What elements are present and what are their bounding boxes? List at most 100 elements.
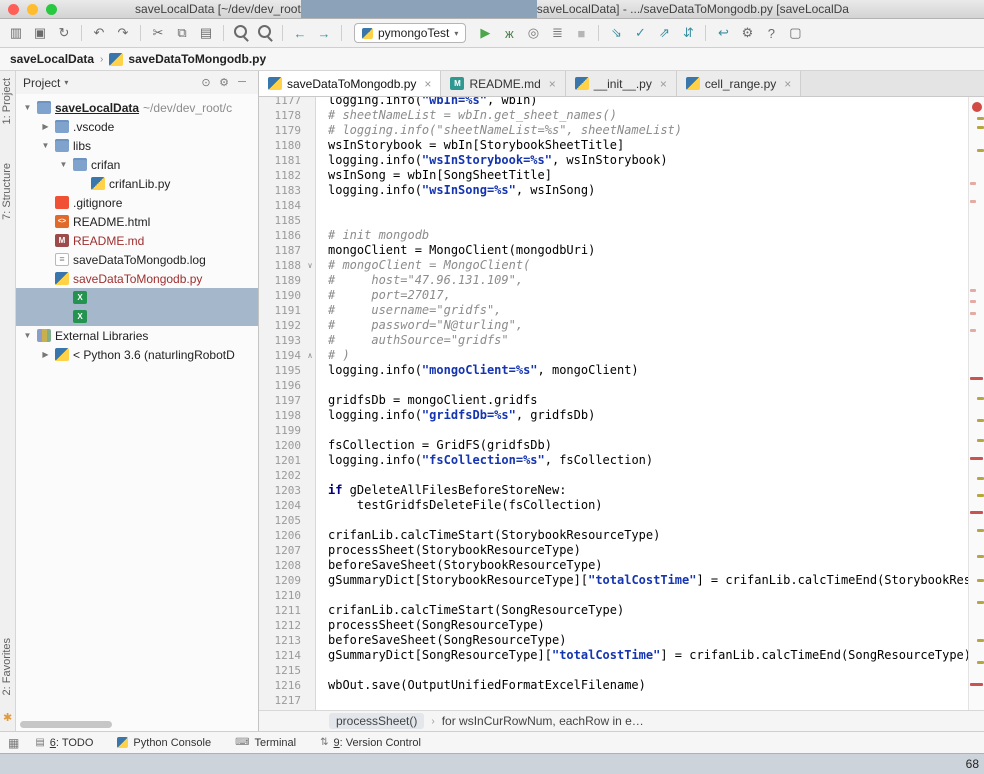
line-gutter[interactable]: 1186 (259, 228, 316, 243)
navigate-back-icon[interactable]: ← (288, 22, 312, 44)
run-coverage-icon[interactable]: ◎ (521, 22, 545, 44)
line-number[interactable]: 1193 (259, 333, 304, 348)
line-gutter[interactable]: 1209 (259, 573, 316, 588)
toolwindow-button-favorites[interactable]: 2: Favorites (1, 638, 13, 695)
save-all-icon[interactable]: ▣ (28, 22, 52, 44)
line-gutter[interactable]: 1190 (259, 288, 316, 303)
tab-close-icon[interactable]: × (549, 77, 556, 91)
line-gutter[interactable]: 1202 (259, 468, 316, 483)
undo-icon[interactable]: ↶ (87, 22, 111, 44)
line-number[interactable]: 1213 (259, 633, 304, 648)
error-stripe-mark[interactable] (970, 182, 976, 185)
code-editor[interactable]: 1177 logging.info("wbIn=%s", wbIn) 1178 # s… (259, 97, 968, 710)
line-number[interactable]: 1184 (259, 198, 304, 213)
error-stripe-mark[interactable] (970, 289, 976, 292)
line-number[interactable]: 1192 (259, 318, 304, 333)
paste-icon[interactable]: ▤ (194, 22, 218, 44)
error-stripe-mark[interactable] (977, 477, 984, 480)
line-number[interactable]: 1182 (259, 168, 304, 183)
error-stripe-mark[interactable] (970, 683, 983, 686)
line-number[interactable]: 1205 (259, 513, 304, 528)
line-number[interactable]: 1191 (259, 303, 304, 318)
help-icon[interactable]: ? (759, 22, 783, 44)
line-number[interactable]: 1177 (259, 97, 304, 108)
breadcrumb-item[interactable]: for wsInCurRowNum, eachRow in e… (442, 714, 644, 728)
error-stripe-mark[interactable] (977, 579, 984, 582)
error-stripe-mark[interactable] (977, 419, 984, 422)
vcs-push-icon[interactable]: ⇗ (652, 22, 676, 44)
error-stripe-mark[interactable] (977, 555, 984, 558)
error-stripe-mark[interactable] (970, 377, 983, 380)
line-number[interactable]: 1215 (259, 663, 304, 678)
tab-close-icon[interactable]: × (784, 77, 791, 91)
toolwindow-button-project[interactable]: 1: Project (1, 78, 13, 124)
line-gutter[interactable]: 1210 (259, 588, 316, 603)
line-gutter[interactable]: 1216 (259, 678, 316, 693)
editor-tab[interactable]: M README.md × (441, 71, 566, 96)
fold-marker-icon[interactable]: ∨ (304, 258, 316, 273)
revert-icon[interactable]: ↩ (711, 22, 735, 44)
expand-arrow-icon[interactable]: ▼ (58, 160, 69, 169)
statusbar-item[interactable]: ⌨ Terminal (235, 737, 296, 749)
expand-arrow-icon[interactable]: ▼ (22, 103, 33, 112)
line-number[interactable]: 1198 (259, 408, 304, 423)
line-gutter[interactable]: 1180 (259, 138, 316, 153)
line-gutter[interactable]: 1182 (259, 168, 316, 183)
line-gutter[interactable]: 1194 ∧ (259, 348, 316, 363)
close-window-button[interactable] (8, 4, 19, 15)
redo-icon[interactable]: ↷ (111, 22, 135, 44)
error-stripe-mark[interactable] (970, 312, 976, 315)
toolwindow-button-structure[interactable]: 7: Structure (1, 163, 13, 220)
line-gutter[interactable]: 1217 (259, 693, 316, 708)
line-gutter[interactable]: 1181 (259, 153, 316, 168)
line-number[interactable]: 1206 (259, 528, 304, 543)
error-stripe-mark[interactable] (970, 329, 976, 332)
line-gutter[interactable]: 1179 (259, 123, 316, 138)
cut-icon[interactable]: ✂ (146, 22, 170, 44)
line-gutter[interactable]: 1205 (259, 513, 316, 528)
line-gutter[interactable]: 1204 (259, 498, 316, 513)
line-gutter[interactable]: 1187 (259, 243, 316, 258)
line-number[interactable]: 1209 (259, 573, 304, 588)
line-number[interactable]: 1203 (259, 483, 304, 498)
tree-item[interactable]: .gitignore (16, 193, 258, 212)
line-gutter[interactable]: 1178 (259, 108, 316, 123)
replace-icon[interactable] (253, 22, 277, 44)
tree-item[interactable]: ▶ < Python 3.6 (naturlingRobotD (16, 345, 258, 364)
error-stripe-mark[interactable] (977, 661, 984, 664)
tree-item[interactable]: crifanLib.py (16, 174, 258, 193)
line-gutter[interactable]: 1188 ∨ (259, 258, 316, 273)
line-number[interactable]: 1202 (259, 468, 304, 483)
line-gutter[interactable]: 1185 (259, 213, 316, 228)
error-stripe-mark[interactable] (977, 149, 984, 152)
line-number[interactable]: 1216 (259, 678, 304, 693)
line-gutter[interactable]: 1193 (259, 333, 316, 348)
line-number[interactable]: 1195 (259, 363, 304, 378)
tree-item[interactable]: ▶ .vscode (16, 117, 258, 136)
line-number[interactable]: 1181 (259, 153, 304, 168)
line-gutter[interactable]: 1207 (259, 543, 316, 558)
line-gutter[interactable]: 1183 (259, 183, 316, 198)
line-number[interactable]: 1204 (259, 498, 304, 513)
open-project-icon[interactable]: ▥ (4, 22, 28, 44)
line-number[interactable]: 1183 (259, 183, 304, 198)
editor-tab[interactable]: cell_range.py × (676, 71, 802, 96)
monitor-icon[interactable]: ▢ (783, 22, 807, 44)
line-number[interactable]: 1186 (259, 228, 304, 243)
line-gutter[interactable]: 1192 (259, 318, 316, 333)
editor-tab[interactable]: saveDataToMongodb.py × (259, 71, 442, 96)
line-gutter[interactable]: 1195 (259, 363, 316, 378)
expand-arrow-icon[interactable]: ▼ (22, 331, 33, 340)
line-gutter[interactable]: 1208 (259, 558, 316, 573)
vcs-commit-icon[interactable]: ✓ (628, 22, 652, 44)
expand-arrow-icon[interactable]: ▶ (40, 350, 51, 359)
line-gutter[interactable]: 1197 (259, 393, 316, 408)
error-stripe-mark[interactable] (970, 200, 976, 203)
error-stripe-mark[interactable] (977, 529, 984, 532)
error-stripe-mark[interactable] (977, 601, 984, 604)
error-stripe-mark[interactable] (977, 494, 984, 497)
expand-arrow-icon[interactable]: ▶ (40, 122, 51, 131)
line-gutter[interactable]: 1212 (259, 618, 316, 633)
expand-arrow-icon[interactable]: ▼ (40, 141, 51, 150)
tree-item[interactable]: X (16, 307, 258, 326)
